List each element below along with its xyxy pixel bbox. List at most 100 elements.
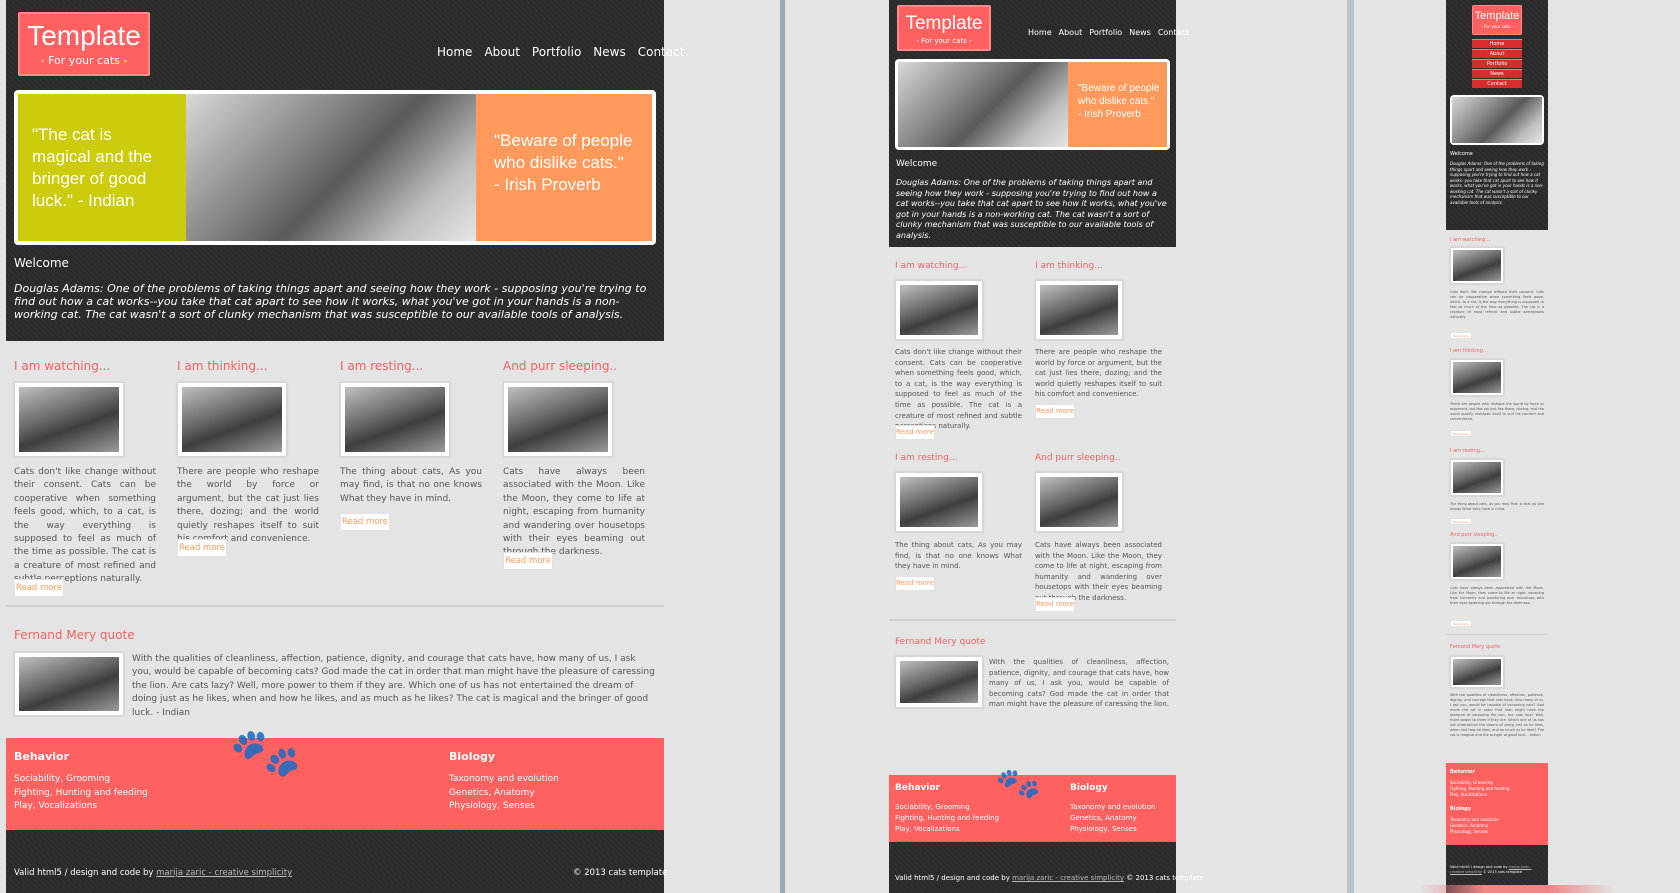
nav-news[interactable]: News <box>1129 28 1151 37</box>
credit-link[interactable]: marija zaric - creative simplicity <box>156 868 292 878</box>
footer-link[interactable]: Sociability, Grooming <box>1450 780 1493 785</box>
column-title-watching: I am watching... <box>1450 237 1491 243</box>
nav-home[interactable]: Home <box>1472 39 1522 48</box>
column-text-watching: Cats don't like change without their con… <box>895 348 1022 431</box>
footer-link[interactable]: Play, Vocalizations <box>14 801 97 811</box>
read-more-button[interactable]: Read more <box>1035 404 1075 419</box>
read-more-button[interactable]: Read more <box>14 579 64 597</box>
nav-home[interactable]: Home <box>437 45 472 59</box>
nav-about[interactable]: About <box>484 45 519 59</box>
banner-quote-right: "Beware of people who dislike cats." - I… <box>476 94 652 241</box>
credit-link[interactable]: marija zaric - creative simplicity <box>1012 874 1124 882</box>
credit-line: Valid html5 / design and code by marija … <box>1450 865 1544 875</box>
thumb-sleeping <box>1450 543 1504 580</box>
column-title-watching: I am watching... <box>14 359 111 373</box>
footer-link[interactable]: Genetics, Anatomy <box>449 788 535 798</box>
footer-link[interactable]: Taxonomy and evolution <box>1450 817 1499 822</box>
read-more-button[interactable]: Read more <box>1450 620 1472 627</box>
footer-link[interactable]: Sociability, Grooming <box>14 774 110 784</box>
read-more-button[interactable]: Read more <box>1035 597 1075 612</box>
column-text-sleeping: Cats have always been associated with th… <box>1035 541 1162 602</box>
copyright: © 2013 cats template <box>1126 874 1204 882</box>
footer-link[interactable]: Taxonomy and evolution <box>449 774 559 784</box>
banner-quote-right-text: "Beware of people who dislike cats." <box>1078 83 1160 107</box>
footer-biology-title: Biology <box>1450 806 1471 812</box>
banner-quote-right-author: - Irish Proverb <box>1078 109 1141 120</box>
footer-link[interactable]: Play, Vocalizations <box>895 825 960 833</box>
footer-link[interactable]: Fighting, Hunting and feeding <box>14 788 148 798</box>
footer-links: 🐾 Behavior Sociability, Grooming Fightin… <box>889 759 1176 842</box>
nav-portfolio[interactable]: Portfolio <box>1472 59 1522 68</box>
quote-text: With the qualities of cleanliness, affec… <box>1450 693 1544 737</box>
column-title-resting: I am resting... <box>1450 448 1485 454</box>
bottom-edge <box>1354 885 1680 893</box>
divider <box>1446 634 1548 635</box>
read-more-button[interactable]: Read more <box>1450 430 1472 437</box>
quote-heading: Fernand Mery quote <box>14 628 135 642</box>
nav-portfolio[interactable]: Portfolio <box>1089 28 1122 37</box>
thumb-watching <box>14 382 124 457</box>
desktop-preview: Template - For your cats - Home About Po… <box>0 0 780 893</box>
quote-heading: Fernand Mery quote <box>1450 644 1501 650</box>
read-more-button[interactable]: Read more <box>895 576 935 591</box>
banner-quote-right-author: - Irish Proverb <box>494 175 601 194</box>
nav-home[interactable]: Home <box>1028 28 1052 37</box>
quote-text: With the qualities of cleanliness, affec… <box>132 654 655 718</box>
footer-link[interactable]: Physiology, Senses <box>1450 829 1488 834</box>
footer-biology-title: Biology <box>449 750 496 763</box>
site-logo[interactable]: Template - For your cats - <box>1472 5 1522 35</box>
column-text-resting: The thing about cats, As you may find, i… <box>340 467 482 504</box>
read-more-button[interactable]: Read more <box>1450 332 1472 339</box>
read-more-button[interactable]: Read more <box>503 552 553 570</box>
read-more-button[interactable]: Read more <box>895 425 935 440</box>
read-more-button[interactable]: Read more <box>340 513 390 531</box>
footer-credits: Valid html5 / design and code by marija … <box>6 830 667 893</box>
footer-link[interactable]: Physiology, Senses <box>1070 825 1137 833</box>
credit-prefix: Valid html5 / design and code by <box>14 868 154 878</box>
nav-about[interactable]: About <box>1472 49 1522 58</box>
logo-subtitle: - For your cats - <box>1481 24 1513 29</box>
banner-quote-right-text: "Beware of people who dislike cats." <box>494 131 633 172</box>
read-more-button[interactable]: Read more <box>177 539 227 557</box>
nav-contact[interactable]: Contact <box>1472 79 1522 88</box>
column-text-resting: The thing about cats, As you may find, i… <box>895 541 1022 571</box>
footer-link[interactable]: Fighting, Hunting and feeding <box>1450 786 1509 791</box>
nav-contact[interactable]: Contact <box>638 45 685 59</box>
paw-icon: 🐾 <box>224 713 307 792</box>
site-logo[interactable]: Template - For your cats - <box>897 5 991 51</box>
nav-news[interactable]: News <box>593 45 625 59</box>
site-logo[interactable]: Template - For your cats - <box>18 12 150 76</box>
thumb-thinking <box>177 382 287 457</box>
footer-credits: Valid html5 / design and code by marija … <box>889 842 1204 893</box>
main-nav: Home About Portfolio News Contact <box>437 45 684 59</box>
welcome-heading: Welcome <box>1450 151 1473 157</box>
nav-contact[interactable]: Contact <box>1158 28 1189 37</box>
banner-quote-left: "The cat is magical and the bringer of g… <box>18 94 186 241</box>
column-title-thinking: I am thinking... <box>177 359 268 373</box>
welcome-heading: Welcome <box>896 159 938 169</box>
footer-link[interactable]: Physiology, Senses <box>449 801 535 811</box>
footer-behavior-title: Behavior <box>14 750 70 763</box>
welcome-heading: Welcome <box>14 256 69 270</box>
nav-about[interactable]: About <box>1059 28 1083 37</box>
banner-cat-image <box>186 94 476 241</box>
divider <box>6 605 664 607</box>
copyright: © 2013 cats template <box>1483 870 1522 874</box>
footer-link[interactable]: Fighting, Hunting and feeding <box>895 814 999 822</box>
thumb-quote <box>14 652 124 716</box>
footer-link[interactable]: Play, Vocalizations <box>1450 792 1487 797</box>
footer-link[interactable]: Genetics, Anatomy <box>1070 814 1137 822</box>
nav-portfolio[interactable]: Portfolio <box>532 45 581 59</box>
thumb-sleeping <box>503 382 613 457</box>
footer-link[interactable]: Sociability, Grooming <box>895 803 970 811</box>
logo-title: Template <box>905 13 983 34</box>
column-title-sleeping: And purr sleeping.. <box>503 359 618 373</box>
header-section: Template - For your cats - Home About Po… <box>6 0 684 341</box>
welcome-text: Douglas Adams: One of the problems of ta… <box>1450 161 1544 205</box>
footer-link[interactable]: Taxonomy and evolution <box>1070 803 1155 811</box>
banner-cat-image <box>898 62 1068 147</box>
logo-subtitle: - For your cats - <box>40 54 128 67</box>
nav-news[interactable]: News <box>1472 69 1522 78</box>
footer-link[interactable]: Genetics, Anatomy <box>1450 823 1488 828</box>
read-more-button[interactable]: Read more <box>1450 518 1472 525</box>
